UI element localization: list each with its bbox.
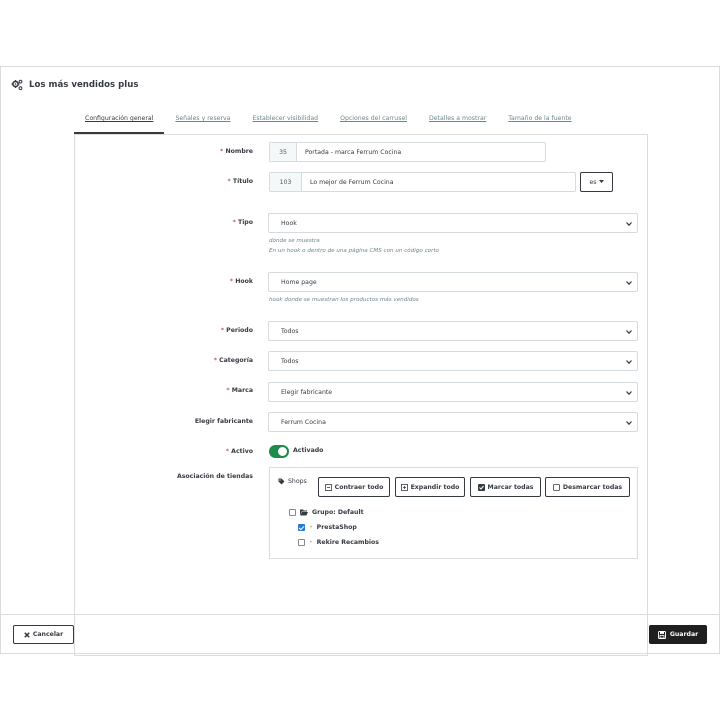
hook-label: * Hook [229,278,253,285]
chevron-down-icon [626,222,632,227]
chevron-down-icon [626,360,632,365]
caret-down-icon [598,180,604,183]
toggle-knob [278,447,287,456]
fabricante-selected-value: Ferrum Cocina [281,418,326,426]
periodo-selected-value: Todos [281,327,299,335]
collapse-icon [324,483,332,491]
nombre-id-addon: 35 [270,143,297,161]
activo-toggle[interactable] [269,445,289,458]
titulo-field[interactable]: 103 Lo mejor de Ferrum Cocina [269,172,576,192]
save-icon [657,630,666,639]
activo-state-label: Activado [293,447,324,454]
tree-title-text: Shops [288,478,307,485]
checkbox-empty-icon [552,483,560,491]
group-checkbox[interactable] [289,509,296,516]
close-icon [24,631,30,638]
fabricante-select[interactable]: Ferrum Cocina [268,412,638,432]
hook-selected-value: Home page [281,278,317,286]
shop-checkbox[interactable] [298,524,305,531]
hook-select[interactable]: Home page [268,272,638,292]
nombre-label: * Nombre [220,148,253,155]
tab-tamano-fuente[interactable]: Tamaño de la fuente [497,109,582,134]
asociacion-label: Asociación de tiendas [176,473,253,480]
marca-label: * Marca [226,387,253,394]
tab-configuracion-general[interactable]: Configuración general [74,109,165,134]
tab-opciones-carrusel[interactable]: Opciones del carrusel [329,109,418,134]
bullet-icon: • [309,539,313,546]
tab-detalles-mostrar[interactable]: Detalles a mostrar [418,109,497,134]
save-button[interactable]: Guardar [649,625,707,644]
uncheck-all-button[interactable]: Desmarcar todas [545,477,630,497]
tag-icon [278,478,285,485]
titulo-id-addon: 103 [270,173,302,191]
language-code: es [589,178,597,186]
chevron-down-icon [626,281,632,286]
titulo-label: * Título [227,178,253,185]
periodo-select[interactable]: Todos [268,321,638,341]
shop-label: Rekire Recambios [316,539,379,546]
tab-establecer-visibilidad[interactable]: Establecer visibilidad [241,109,329,134]
activo-label: * Activo [225,448,253,455]
bullet-icon: • [309,524,313,531]
tipo-help-line-1: dónde se muestra [269,238,320,244]
language-dropdown-button[interactable]: es [580,172,613,192]
tipo-select[interactable]: Hook [268,213,638,233]
tipo-label: * Tipo [232,219,253,226]
shop-checkbox[interactable] [298,539,305,546]
nombre-field[interactable]: 35 Portada - marca Ferrum Cocina [269,142,546,162]
hook-help: hook donde se muestran los productos más… [269,297,419,303]
group-label: Grupo: Default [312,509,364,516]
check-all-button[interactable]: Marcar todas [470,477,541,497]
chevron-down-icon [626,421,632,426]
folder-open-icon [300,509,308,516]
titulo-input[interactable]: Lo mejor de Ferrum Cocina [302,173,575,191]
marca-selected-value: Elegir fabricante [281,388,333,396]
elegir-fabricante-label: Elegir fabricante [194,418,253,425]
expand-all-button[interactable]: Expandir todo [395,477,465,497]
tree-title: Shops [278,478,307,485]
collapse-all-button[interactable]: Contraer todo [318,477,390,497]
periodo-label: * Periodo [220,327,253,334]
chevron-down-icon [626,330,632,335]
cancel-button[interactable]: Cancelar [13,625,74,644]
tipo-help-line-2: En un hook o dentro de una página CMS co… [269,248,439,254]
shop-tree: Shops Contraer todo Expandir todo Marcar… [269,467,638,559]
panel-heading: Los más vendidos plus [11,77,139,93]
tipo-help: dónde se muestra En un hook o dentro de … [269,236,439,256]
checkbox-checked-icon [477,483,485,491]
tree-shop-row[interactable]: • Rekire Recambios [298,539,379,546]
tree-group-row[interactable]: Grupo: Default [289,509,364,516]
tab-bar: Configuración general Señales y reserva … [74,109,583,134]
chevron-down-icon [626,391,632,396]
panel-title: Los más vendidos plus [29,80,139,90]
tab-senales-reserva[interactable]: Señales y reserva [164,109,241,134]
cogs-icon [11,79,23,91]
tree-shop-row[interactable]: • PrestaShop [298,524,357,531]
footer-divider [0,614,720,615]
categoria-selected-value: Todos [281,357,299,365]
nombre-input[interactable]: Portada - marca Ferrum Cocina [297,143,545,161]
tipo-selected-value: Hook [281,219,297,227]
categoria-select[interactable]: Todos [268,351,638,371]
marca-select[interactable]: Elegir fabricante [268,382,638,402]
shop-label: PrestaShop [316,524,357,531]
expand-icon [400,483,408,491]
categoria-label: * Categoría [213,357,253,364]
